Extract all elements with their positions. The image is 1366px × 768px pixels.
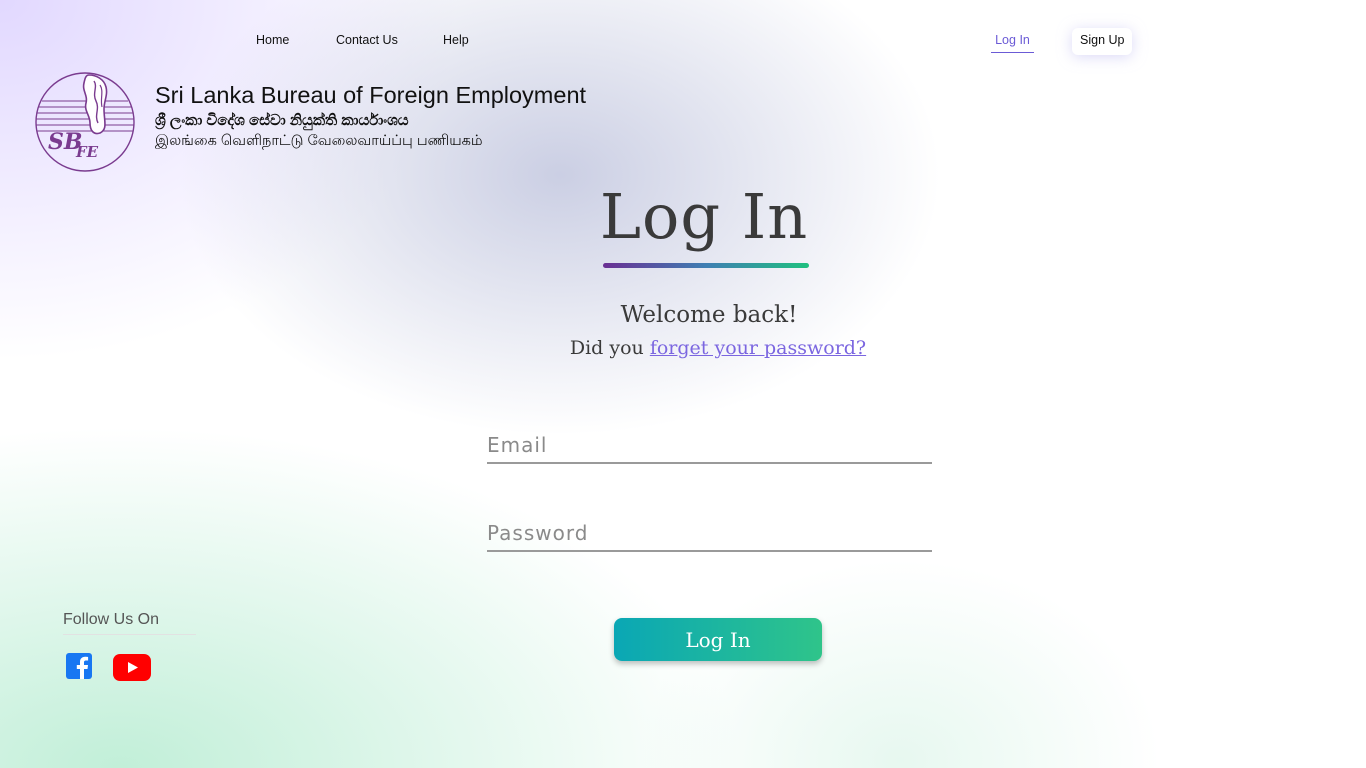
nav-help-link[interactable]: Help xyxy=(443,33,469,47)
welcome-text: Welcome back! xyxy=(620,302,798,328)
brand-block: Sri Lanka Bureau of Foreign Employment ශ… xyxy=(155,81,586,151)
login-button[interactable]: Log In xyxy=(614,618,822,661)
password-field[interactable] xyxy=(487,516,932,552)
youtube-icon[interactable] xyxy=(113,654,151,681)
forgot-password-link[interactable]: forget your password? xyxy=(650,337,866,359)
brand-name-english: Sri Lanka Bureau of Foreign Employment xyxy=(155,82,587,108)
facebook-icon[interactable] xyxy=(66,653,92,679)
title-underline xyxy=(603,263,809,268)
svg-text:FE: FE xyxy=(75,143,99,161)
nav-login-link[interactable]: Log In xyxy=(991,33,1034,53)
forgot-password-line: Did you forget your password? xyxy=(458,337,978,359)
page-title: Log In xyxy=(599,180,809,253)
brand-name-sinhala: ශ්‍රී ලංකා විදේශ සේවා නියුක්ති කාර්යාංශය xyxy=(155,112,409,129)
follow-us-heading: Follow Us On xyxy=(63,611,196,635)
nav-contact-link[interactable]: Contact Us xyxy=(336,33,398,47)
slbfe-logo: SB FE xyxy=(35,72,135,172)
email-field[interactable] xyxy=(487,428,932,464)
brand-name-tamil: இலங்கை வெளிநாட்டு வேலைவாய்ப்பு பணியகம் xyxy=(155,133,483,149)
forgot-prefix: Did you xyxy=(569,337,650,359)
nav-home-link[interactable]: Home xyxy=(256,33,289,47)
nav-signup-link[interactable]: Sign Up xyxy=(1072,28,1132,55)
